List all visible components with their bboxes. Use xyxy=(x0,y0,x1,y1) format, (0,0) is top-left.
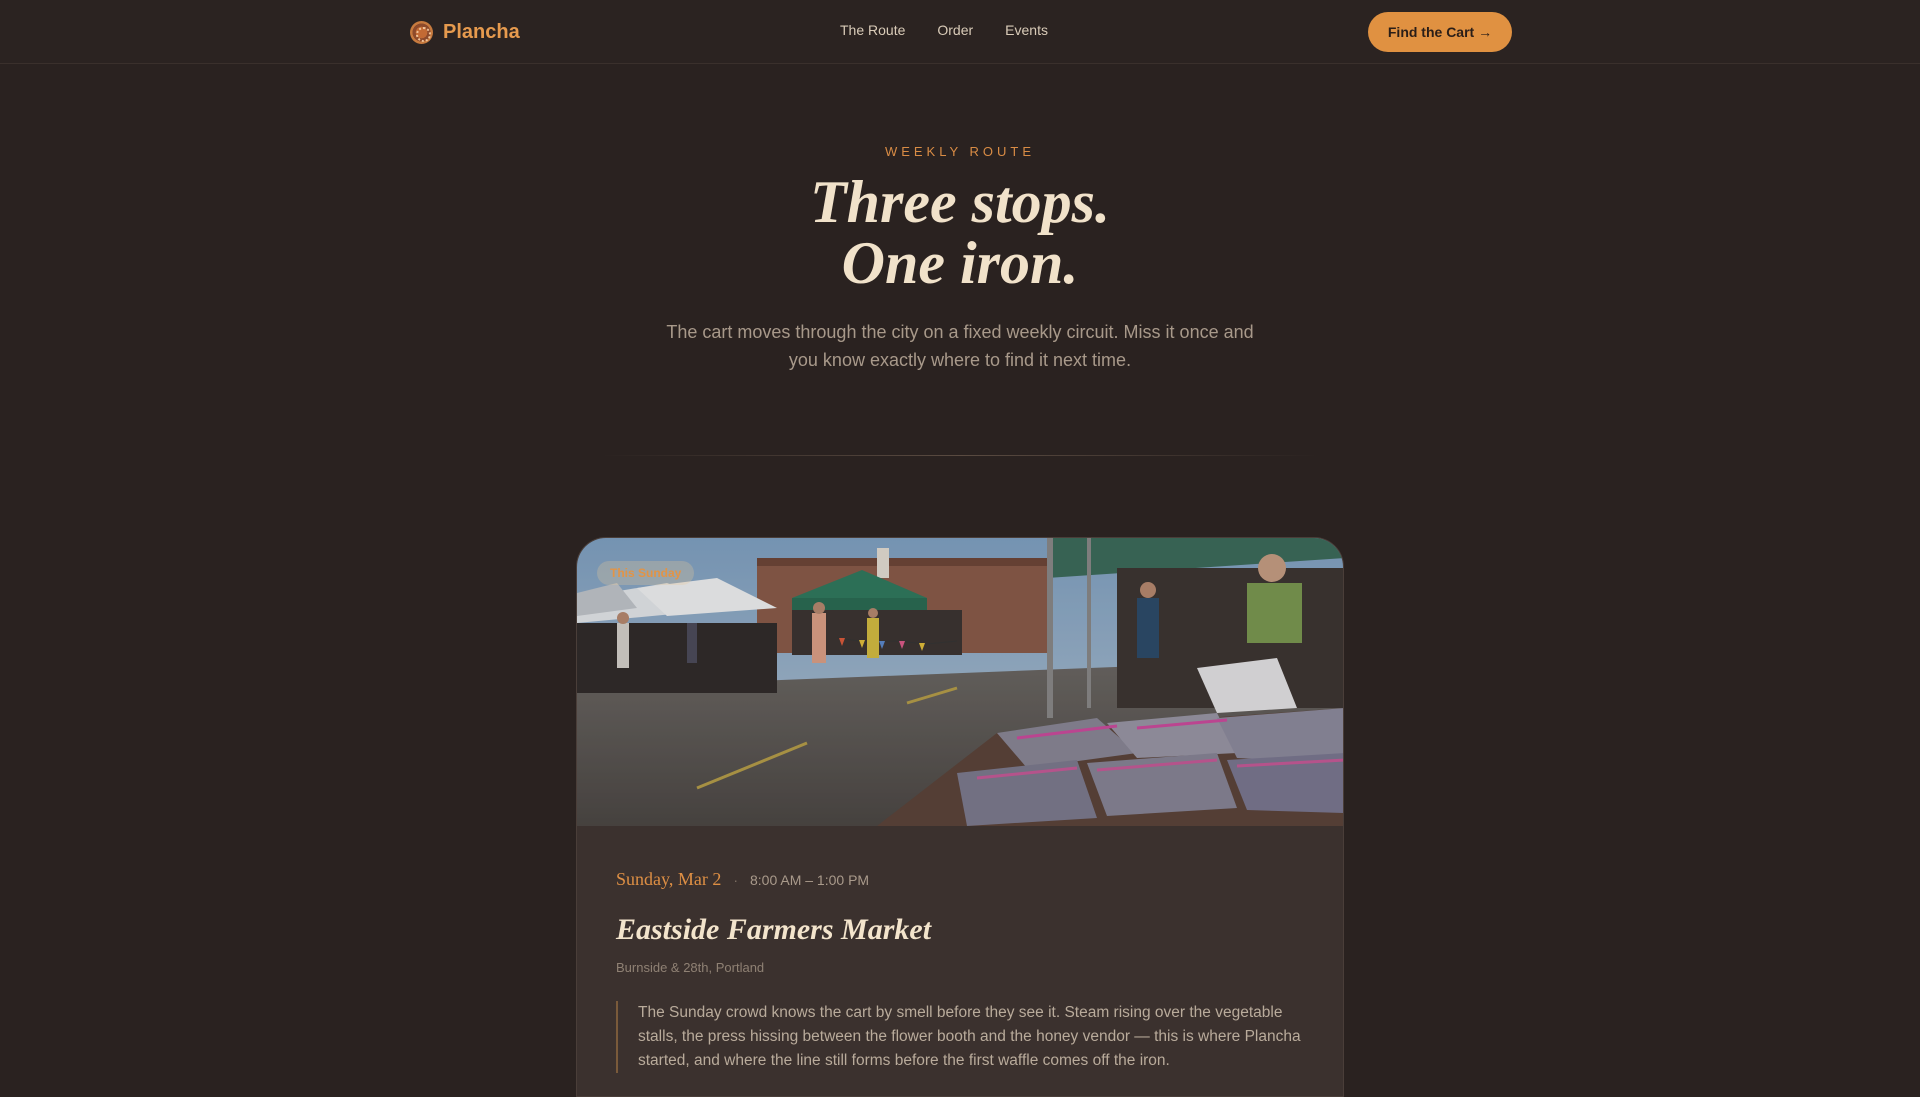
section-divider xyxy=(600,455,1320,456)
brand[interactable]: Plancha xyxy=(410,19,520,45)
hero-eyebrow: WEEKLY ROUTE xyxy=(884,144,1036,159)
stop-hours: 8:00 AM – 1:00 PM xyxy=(750,872,870,888)
plancha-logo-icon xyxy=(410,20,433,44)
nav-link-the-route[interactable]: The Route xyxy=(840,22,905,38)
date-separator: · xyxy=(733,872,738,888)
stop-date: Sunday, Mar 2 xyxy=(616,869,722,889)
this-sunday-badge: This Sunday xyxy=(597,561,695,585)
stop-address: Burnside & 28th, Portland xyxy=(616,960,765,975)
hero-title-line-1: Three stops. xyxy=(810,169,1110,235)
hero-subtitle: The cart moves through the city on a fix… xyxy=(666,322,1254,370)
stop-description: The Sunday crowd knows the cart by smell… xyxy=(616,1001,1316,1073)
top-nav: Plancha The Route Order Events Find the … xyxy=(0,0,1920,64)
stop-venue: Eastside Farmers Market xyxy=(616,913,932,946)
brand-name: Plancha xyxy=(443,20,520,43)
nav-link-events[interactable]: Events xyxy=(1005,22,1048,38)
nav-link-order[interactable]: Order xyxy=(937,22,973,38)
hero-title-line-2: One iron. xyxy=(841,230,1079,296)
stop-date-row: Sunday, Mar 2 · 8:00 AM – 1:00 PM xyxy=(616,869,869,890)
find-the-cart-button[interactable]: Find the Cart → xyxy=(1368,12,1512,52)
nav-links: The Route Order Events xyxy=(840,22,1048,38)
hero-title: Three stops. One iron. xyxy=(0,172,1920,294)
farmers-market-photo: This Sunday xyxy=(577,538,1343,826)
